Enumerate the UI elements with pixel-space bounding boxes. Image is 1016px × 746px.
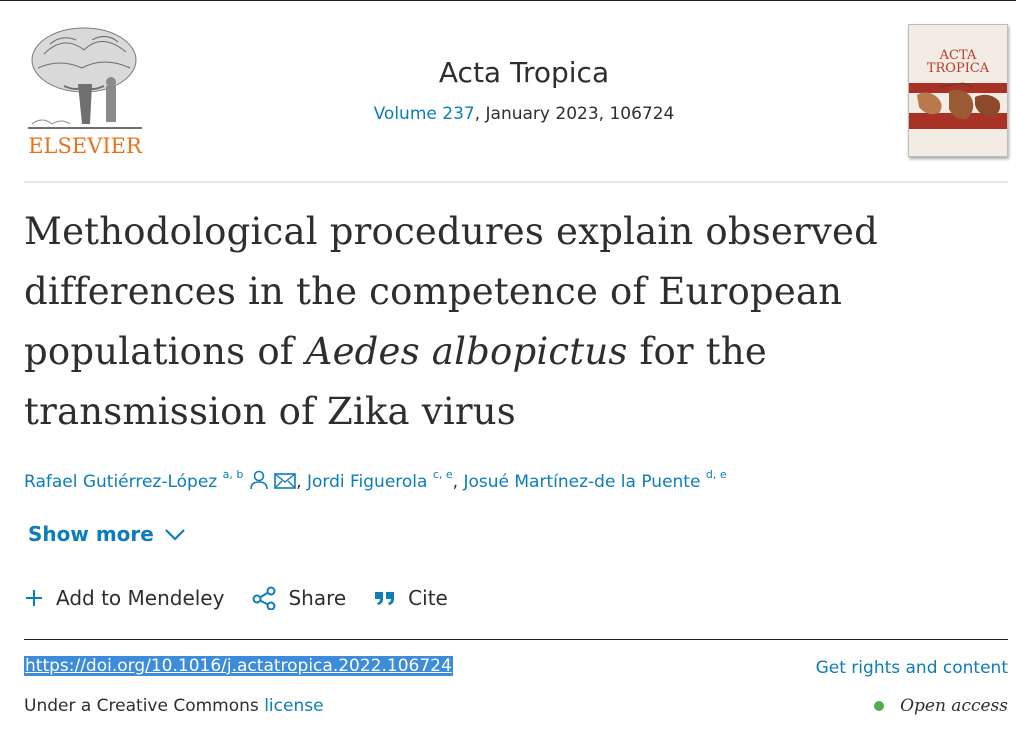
quote-icon <box>374 589 396 607</box>
journal-cover-image[interactable]: ACTA TROPICA <box>908 24 1008 157</box>
share-icon <box>252 586 276 610</box>
license-link[interactable]: license <box>264 696 323 716</box>
volume-link[interactable]: Volume 237 <box>374 104 475 124</box>
author-affiliations[interactable]: d, e <box>706 468 727 481</box>
cover-map-art <box>909 82 1007 129</box>
author-name[interactable]: Jordi Figuerola <box>307 472 427 492</box>
cite-label: Cite <box>408 586 448 610</box>
plus-icon <box>24 588 44 608</box>
author-affiliations[interactable]: a, b <box>223 468 244 481</box>
article-header: ELSEVIER Acta Tropica Volume 237, Januar… <box>24 24 1008 184</box>
elsevier-wordmark: ELSEVIER <box>28 134 142 158</box>
top-rule <box>0 0 1016 1</box>
add-to-mendeley-label: Add to Mendeley <box>56 586 225 610</box>
open-access-label: Open access <box>900 696 1008 716</box>
person-icon[interactable] <box>249 470 269 495</box>
author-affiliations[interactable]: c, e <box>433 468 453 481</box>
open-access-dot-icon <box>874 701 885 711</box>
author-name[interactable]: Rafael Gutiérrez-López <box>24 472 217 492</box>
journal-title[interactable]: Acta Tropica <box>304 56 744 89</box>
author-list: Rafael Gutiérrez-López a, b , Jordi Figu… <box>24 468 1004 495</box>
chevron-down-icon <box>165 529 185 541</box>
author-name[interactable]: Josué Martínez-de la Puente <box>463 472 700 492</box>
share-button[interactable]: Share <box>252 586 346 610</box>
doi-link[interactable]: https://doi.org/10.1016/j.actatropica.20… <box>24 656 453 676</box>
cite-button[interactable]: Cite <box>374 586 448 610</box>
article-title-species: Aedes albopictus <box>305 330 628 373</box>
author-separator: , <box>452 472 459 492</box>
license-statement: Under a Creative Commons license <box>24 696 324 716</box>
article-title: Methodological procedures explain observ… <box>24 202 944 442</box>
author-separator: , <box>296 472 302 492</box>
license-prefix: Under a Creative Commons <box>24 696 265 716</box>
show-more-button[interactable]: Show more <box>28 522 186 546</box>
open-access-badge: Open access <box>874 696 1008 716</box>
issue-details: , January 2023, 106724 <box>474 104 675 124</box>
header-divider <box>24 181 1008 183</box>
add-to-mendeley-button[interactable]: Add to Mendeley <box>24 586 224 610</box>
share-label: Share <box>288 586 347 610</box>
article-actions: Add to Mendeley Share Cite <box>24 582 476 614</box>
get-rights-link[interactable]: Get rights and content <box>816 658 1008 678</box>
show-more-label: Show more <box>28 522 154 546</box>
email-icon[interactable] <box>274 472 296 495</box>
journal-issue-info: Volume 237, January 2023, 106724 <box>304 104 744 124</box>
doi-divider <box>24 639 1008 640</box>
